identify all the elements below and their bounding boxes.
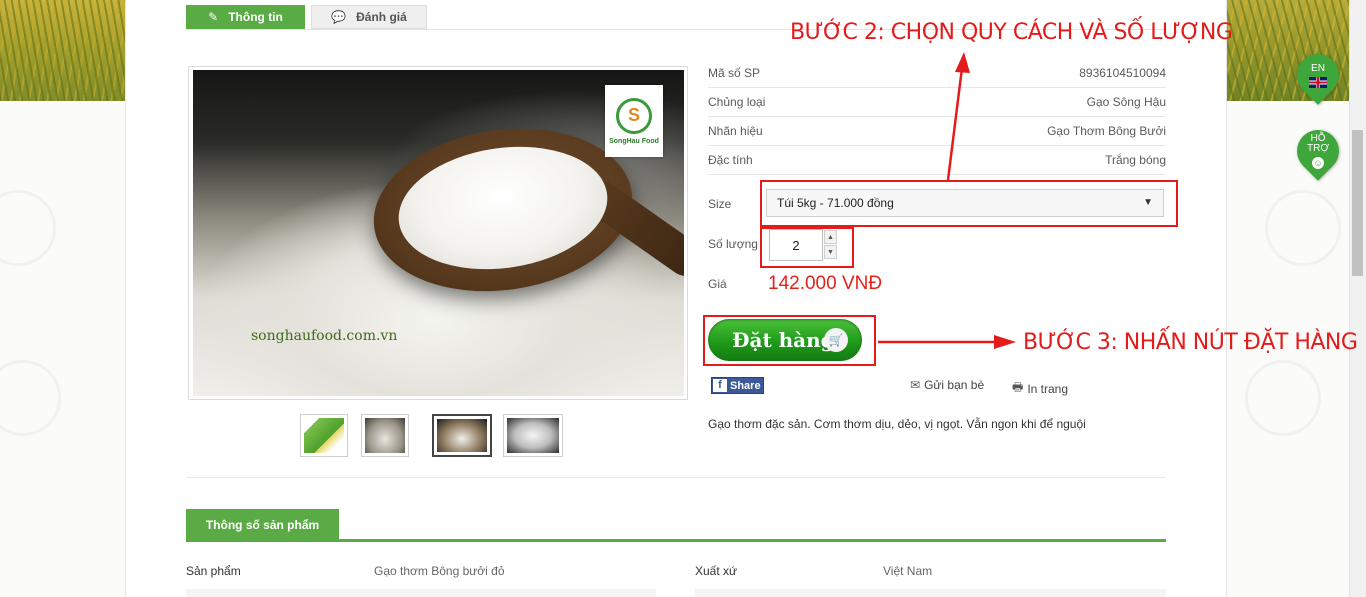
spec-value: Trắng bóng <box>1105 153 1166 167</box>
spec-section-underline <box>186 539 1166 542</box>
annotation-box-quantity <box>760 227 854 268</box>
spec-value: Gạo Sông Hậu <box>1086 95 1166 109</box>
watermark-logo <box>1245 360 1321 436</box>
language-label: EN <box>1311 62 1325 74</box>
spec-cell-value: Gạo thơm Bông bưởi đỏ <box>374 564 505 578</box>
thumbnail-1[interactable] <box>300 414 348 457</box>
send-friend-link[interactable]: ✉ Gửi bạn bè <box>910 378 984 392</box>
product-description: Gạo thơm đặc sản. Cơm thơm dịu, dẻo, vị … <box>708 417 1086 431</box>
rice-field-banner-left <box>0 0 126 101</box>
support-label-line2: TRỢ <box>1307 143 1329 154</box>
tab-review-label: Đánh giá <box>356 10 407 24</box>
spec-section-title: Thông số sản phẩm <box>205 517 320 532</box>
spec-label: Mã số SP <box>708 66 761 80</box>
annotation-step2-text: BƯỚC 2: CHỌN QUY CÁCH VÀ SỐ LƯỢNG <box>790 20 1233 45</box>
spec-value: 8936104510094 <box>1079 66 1166 80</box>
spec-cell-key: Sản phẩm <box>186 564 241 578</box>
send-friend-label: Gửi bạn bè <box>924 378 985 392</box>
uk-flag-icon <box>1309 76 1327 88</box>
annotation-box-order <box>703 315 876 366</box>
product-panel: ✎ Thông tin 💬 Đánh giá S SongHau Food so… <box>125 0 1227 597</box>
scrollbar-thumb[interactable] <box>1352 130 1363 276</box>
edit-icon: ✎ <box>208 10 219 24</box>
divider <box>186 477 1166 478</box>
spec-label: Nhãn hiệu <box>708 124 763 138</box>
print-link[interactable]: 🖶 In trang <box>1012 378 1068 399</box>
print-icon: 🖶 <box>1012 380 1024 394</box>
product-image[interactable]: S SongHau Food songhaufood.com.vn <box>193 70 684 396</box>
price-value: 142.000 VNĐ <box>768 273 883 294</box>
rice-field-banner-right <box>1225 0 1366 101</box>
logo-text: SongHau Food <box>609 137 659 145</box>
size-label: Size <box>708 197 732 211</box>
facebook-icon: f <box>713 379 727 392</box>
spec-row: Đặc tính Trắng bóng <box>708 145 1166 175</box>
thumbnail-3[interactable] <box>432 414 492 457</box>
spec-row: Nhãn hiệu Gạo Thơm Bông Bưởi <box>708 116 1166 146</box>
comment-icon: 💬 <box>331 10 347 24</box>
table-row-stripe <box>695 589 1166 597</box>
print-label: In trang <box>1027 381 1069 396</box>
tab-review[interactable]: 💬 Đánh giá <box>311 5 427 29</box>
logo-mark-icon: S <box>616 97 652 134</box>
price-label: Giá <box>708 277 727 291</box>
mail-icon: ✉ <box>910 378 921 392</box>
image-watermark-url: songhaufood.com.vn <box>251 328 398 344</box>
spec-cell-key: Xuất xứ <box>695 564 738 578</box>
watermark-logo <box>0 190 56 266</box>
page-scrollbar[interactable] <box>1349 0 1366 597</box>
spec-row: Chủng loại Gạo Sông Hậu <box>708 87 1166 117</box>
smile-icon: ☺ <box>1312 157 1324 169</box>
table-row-stripe <box>186 589 656 597</box>
annotation-box-size <box>760 180 1178 227</box>
watermark-logo <box>1265 190 1341 266</box>
watermark-logo <box>0 360 61 436</box>
spec-value: Gạo Thơm Bông Bưởi <box>1047 124 1166 138</box>
quantity-label: Số lượng <box>708 237 758 251</box>
support-button[interactable]: HỖ TRỢ ☺ <box>1288 121 1348 181</box>
product-image-frame: S SongHau Food songhaufood.com.vn <box>188 66 688 400</box>
facebook-share-button[interactable]: f Share <box>711 377 764 394</box>
tab-info-label: Thông tin <box>228 10 283 24</box>
brand-logo: S SongHau Food <box>605 85 663 157</box>
spec-label: Đặc tính <box>708 153 753 167</box>
tab-info[interactable]: ✎ Thông tin <box>186 5 305 29</box>
language-switch-button[interactable]: EN <box>1288 45 1348 105</box>
spec-label: Chủng loại <box>708 95 766 109</box>
spec-cell-value: Việt Nam <box>883 564 933 578</box>
spec-row: Mã số SP 8936104510094 <box>708 58 1166 88</box>
thumbnail-2[interactable] <box>361 414 409 457</box>
tab-spec-section[interactable]: Thông số sản phẩm <box>186 509 339 540</box>
annotation-step3-text: BƯỚC 3: NHẤN NÚT ĐẶT HÀNG <box>1023 330 1358 355</box>
thumbnail-4[interactable] <box>503 414 563 457</box>
facebook-share-label: Share <box>730 379 761 392</box>
